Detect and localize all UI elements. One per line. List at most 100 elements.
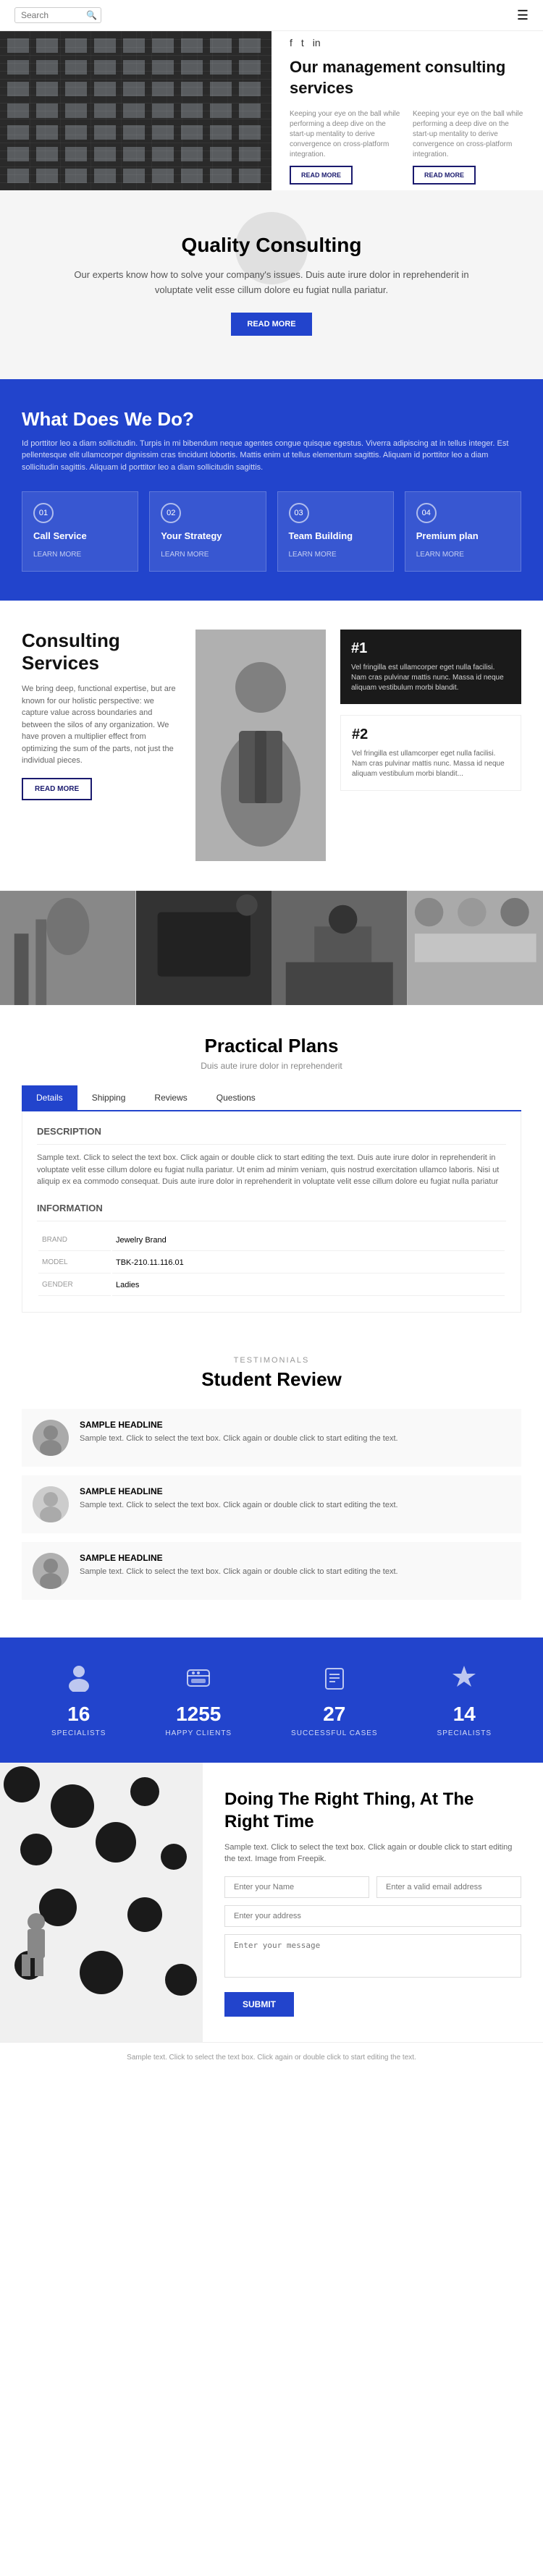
doing-image xyxy=(0,1763,203,2042)
doing-desc: Sample text. Click to select the text bo… xyxy=(224,1842,521,1865)
stat-label-3: SUCCESSFUL CASES xyxy=(291,1729,378,1737)
tab-details[interactable]: Details xyxy=(22,1085,77,1110)
review-card-2: SAMPLE HEADLINE Sample text. Click to se… xyxy=(22,1475,521,1533)
form-name-email-row xyxy=(224,1876,521,1898)
plans-section: Practical Plans Duis aute irure dolor in… xyxy=(0,1006,543,1327)
message-input[interactable] xyxy=(224,1934,521,1978)
hero-col-1-text: Keeping your eye on the ball while perfo… xyxy=(290,109,402,160)
card-2-title: Your Strategy xyxy=(161,530,254,541)
stat-icon-2 xyxy=(165,1663,232,1697)
consulting-left: Consulting Services We bring deep, funct… xyxy=(22,630,181,861)
photo-strip xyxy=(0,890,543,1006)
search-box[interactable]: 🔍 xyxy=(14,7,101,23)
what-title: What Does We Do? xyxy=(22,408,521,431)
info-brand-value: Jewelry Brand xyxy=(112,1230,505,1251)
hero-building-image xyxy=(0,31,272,190)
photo-3 xyxy=(272,890,408,1006)
card-4-learn-more-link[interactable]: LEARN MORE xyxy=(416,551,464,559)
quality-title: Quality Consulting xyxy=(72,234,471,257)
photo-2 xyxy=(136,890,272,1006)
stat-number-3: 27 xyxy=(291,1703,378,1726)
hero-read-more-2-button[interactable]: READ MORE xyxy=(413,166,476,185)
card-1-title: Call Service xyxy=(33,530,127,541)
photo-1 xyxy=(0,890,136,1006)
point-1-text: Vel fringilla est ullamcorper eget nulla… xyxy=(351,663,510,693)
review-card-3: SAMPLE HEADLINE Sample text. Click to se… xyxy=(22,1542,521,1600)
what-cards: 01 Call Service LEARN MORE 02 Your Strat… xyxy=(22,491,521,572)
hamburger-icon[interactable]: ☰ xyxy=(517,8,529,23)
consulting-read-more-button[interactable]: READ MORE xyxy=(22,778,92,800)
message-group xyxy=(224,1934,521,1981)
hero-social-links: f t in xyxy=(290,37,525,48)
stat-specialists-1: 16 SPECIALISTS xyxy=(51,1663,106,1737)
doing-title: Doing The Right Thing, At The Right Time xyxy=(224,1788,521,1833)
instagram-link[interactable]: in xyxy=(313,37,321,48)
what-card-4: 04 Premium plan LEARN MORE xyxy=(405,491,521,572)
tab-reviews[interactable]: Reviews xyxy=(140,1085,201,1110)
search-input[interactable] xyxy=(21,10,86,20)
review-text-3: Sample text. Click to select the text bo… xyxy=(80,1567,398,1577)
hero-section: f t in Our management consulting service… xyxy=(0,31,543,190)
consulting-text: We bring deep, functional expertise, but… xyxy=(22,683,181,767)
quality-text: Our experts know how to solve your compa… xyxy=(72,268,471,298)
what-subtext: Id porttitor leo a diam sollicitudin. Tu… xyxy=(22,438,521,474)
doing-content: Doing The Right Thing, At The Right Time… xyxy=(203,1763,543,2042)
address-group xyxy=(224,1905,521,1927)
card-1-learn-more-link[interactable]: LEARN MORE xyxy=(33,551,81,559)
info-gender-value: Ladies xyxy=(112,1275,505,1296)
stat-label-4: SPECIALISTS xyxy=(437,1729,492,1737)
footer-text: Sample text. Click to select the text bo… xyxy=(22,2054,521,2062)
review-body-2: SAMPLE HEADLINE Sample text. Click to se… xyxy=(80,1486,398,1511)
card-2-learn-more-link[interactable]: LEARN MORE xyxy=(161,551,209,559)
review-headline-1: SAMPLE HEADLINE xyxy=(80,1420,398,1430)
card-3-learn-more-link[interactable]: LEARN MORE xyxy=(289,551,337,559)
tab-questions[interactable]: Questions xyxy=(202,1085,270,1110)
what-section: What Does We Do? Id porttitor leo a diam… xyxy=(0,379,543,601)
plans-content: DESCRIPTION Sample text. Click to select… xyxy=(22,1111,521,1313)
info-row-brand: BRAND Jewelry Brand xyxy=(38,1230,505,1251)
quality-read-more-button[interactable]: READ MORE xyxy=(231,313,311,336)
stat-number-1: 16 xyxy=(51,1703,106,1726)
consulting-title: Consulting Services xyxy=(22,630,181,674)
name-input[interactable] xyxy=(224,1876,369,1898)
footer: Sample text. Click to select the text bo… xyxy=(0,2042,543,2072)
facebook-link[interactable]: f xyxy=(290,37,292,48)
info-gender-label: GENDER xyxy=(38,1275,111,1296)
what-card-1: 01 Call Service LEARN MORE xyxy=(22,491,138,572)
hero-read-more-1-button[interactable]: READ MORE xyxy=(290,166,353,185)
twitter-link[interactable]: t xyxy=(301,37,304,48)
point-2-number: #2 xyxy=(352,726,510,743)
review-body-1: SAMPLE HEADLINE Sample text. Click to se… xyxy=(80,1420,398,1444)
card-3-number: 03 xyxy=(289,503,309,523)
stat-icon-1 xyxy=(51,1663,106,1697)
info-table: BRAND Jewelry Brand MODEL TBK-210.11.116… xyxy=(37,1229,506,1297)
submit-button[interactable]: SUBMIT xyxy=(224,1992,294,2017)
doing-section: Doing The Right Thing, At The Right Time… xyxy=(0,1763,543,2042)
stats-section: 16 SPECIALISTS 1255 HAPPY CLIENTS 27 SU xyxy=(0,1637,543,1763)
consulting-section: Consulting Services We bring deep, funct… xyxy=(0,601,543,890)
consulting-point-1: #1 Vel fringilla est ullamcorper eget nu… xyxy=(340,630,521,704)
review-text-1: Sample text. Click to select the text bo… xyxy=(80,1433,398,1444)
point-2-text: Vel fringilla est ullamcorper eget nulla… xyxy=(352,749,510,779)
card-4-number: 04 xyxy=(416,503,437,523)
info-label: INFORMATION xyxy=(37,1203,506,1221)
card-3-title: Team Building xyxy=(289,530,382,541)
info-row-model: MODEL TBK-210.11.116.01 xyxy=(38,1253,505,1274)
email-input[interactable] xyxy=(376,1876,521,1898)
tab-shipping[interactable]: Shipping xyxy=(77,1085,140,1110)
review-headline-3: SAMPLE HEADLINE xyxy=(80,1553,398,1563)
stat-cases: 27 SUCCESSFUL CASES xyxy=(291,1663,378,1737)
stat-icon-4 xyxy=(437,1663,492,1697)
address-input[interactable] xyxy=(224,1905,521,1927)
hero-col-2: Keeping your eye on the ball while perfo… xyxy=(413,109,525,185)
stat-icon-3 xyxy=(291,1663,378,1697)
hero-col-2-text: Keeping your eye on the ball while perfo… xyxy=(413,109,525,160)
consulting-points: #1 Vel fringilla est ullamcorper eget nu… xyxy=(340,630,521,861)
header: 🔍 ☰ xyxy=(0,0,543,31)
hero-content: f t in Our management consulting service… xyxy=(272,31,543,190)
card-2-number: 02 xyxy=(161,503,181,523)
avatar-1 xyxy=(33,1420,69,1456)
stat-specialists-2: 14 SPECIALISTS xyxy=(437,1663,492,1737)
description-label: DESCRIPTION xyxy=(37,1126,506,1145)
what-card-3: 03 Team Building LEARN MORE xyxy=(277,491,394,572)
